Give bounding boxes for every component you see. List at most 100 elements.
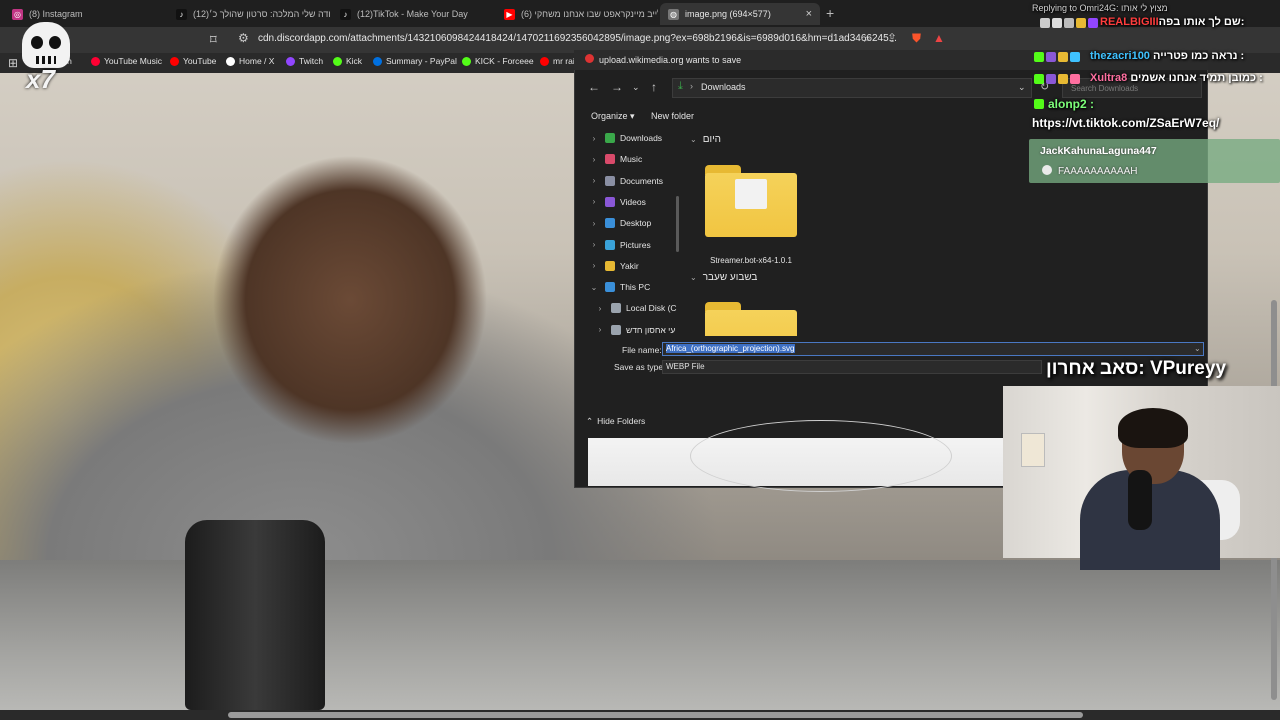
- chevron-right-icon[interactable]: ›: [588, 176, 600, 185]
- chat-message: Xultra8 כמובן תמיד אנחנו אשמים :: [1090, 72, 1263, 84]
- breadcrumb-downloads[interactable]: Downloads: [701, 82, 746, 92]
- recent-locations-chevron-icon[interactable]: ⌄: [632, 82, 640, 93]
- download-icon: [605, 133, 615, 143]
- tree-item-this-pc[interactable]: ⌄ This PC: [588, 277, 650, 297]
- tab-tiktok-1[interactable]: ♪ (12)דודה שלי המלכה: סרטון שהולך כ׳: [168, 3, 330, 25]
- tree-item-yakir[interactable]: › Yakir: [588, 256, 639, 276]
- pc-icon: [605, 282, 615, 293]
- crown-badge-icon: [1070, 74, 1080, 84]
- tiktok-icon: ♪: [340, 8, 351, 20]
- chevron-right-icon[interactable]: ›: [588, 155, 600, 164]
- share-icon[interactable]: ⇪: [887, 31, 897, 45]
- bookmark-mr-rai[interactable]: mr rai: [540, 56, 575, 66]
- chat-text: נראה כמו פטרייה :: [1153, 50, 1245, 62]
- chat-text: שם לך אותו בפה:: [1158, 16, 1245, 28]
- tree-item-label: Music: [620, 154, 643, 165]
- tree-item-label: Desktop: [620, 218, 652, 229]
- chat-username: REALBIGIII: [1100, 16, 1159, 28]
- sub-badge-icon: [1088, 18, 1098, 28]
- youtube-icon: [540, 56, 549, 66]
- back-arrow-icon[interactable]: ←: [588, 80, 600, 94]
- instagram-icon: ◎: [12, 8, 23, 20]
- tab-label: (8) Instagram: [29, 9, 83, 19]
- organize-button[interactable]: Organize ▾: [591, 111, 635, 122]
- new-folder-button[interactable]: New folder: [651, 111, 694, 121]
- tree-item-local-disk-c[interactable]: › Local Disk (C: [594, 298, 677, 318]
- disk-icon: [611, 324, 621, 335]
- chat-badges: [1034, 74, 1080, 84]
- bookmark-home-x[interactable]: Home / X: [226, 56, 274, 66]
- bookmark-youtube[interactable]: YouTube: [170, 56, 216, 66]
- chat-link[interactable]: https://vt.tiktok.com/ZSaErW7eq/: [1032, 116, 1219, 130]
- tab-instagram[interactable]: ◎ (8) Instagram: [4, 3, 164, 25]
- tree-item-music[interactable]: › Music: [588, 149, 642, 169]
- skull-eye: [49, 36, 61, 49]
- tab-youtube[interactable]: ▶ (6) לייב מיינקראפט שבו אנחנו משחקי: [496, 3, 658, 25]
- chat-username: alonp2 :: [1048, 97, 1095, 111]
- bookmark-twitch[interactable]: Twitch: [286, 56, 323, 66]
- tree-item-videos[interactable]: › Videos: [588, 192, 646, 212]
- navigation-tree: › Downloads › Music › Documents › Videos › Deskto…: [578, 128, 678, 338]
- tree-item-[interactable]: › עי אחסון חדש: [594, 320, 675, 338]
- tree-item-documents[interactable]: › Documents: [588, 171, 663, 191]
- path-chevron-down-icon[interactable]: ⌄: [1018, 82, 1026, 93]
- chevron-right-icon[interactable]: ›: [588, 197, 600, 206]
- group-header-last-week[interactable]: ⌄ בשבוע שעבר: [690, 272, 757, 283]
- bookmark-label: mr rai: [553, 56, 575, 66]
- up-arrow-icon[interactable]: ↑: [651, 80, 657, 94]
- chevron-down-icon[interactable]: ⌄: [588, 283, 600, 292]
- chevron-right-icon[interactable]: ›: [588, 261, 600, 270]
- dialog-title: upload.wikimedia.org wants to save: [599, 55, 742, 65]
- pictures-icon: [605, 239, 615, 250]
- folder-last-week[interactable]: [705, 302, 797, 336]
- chevron-right-icon[interactable]: ›: [594, 304, 606, 313]
- filename-dropdown-chevron-icon[interactable]: ⌄: [1194, 344, 1201, 353]
- new-tab-button[interactable]: +: [826, 5, 834, 21]
- apps-grid-icon[interactable]: ⊞: [8, 56, 18, 70]
- filename-input[interactable]: Africa_(orthographic_projection).svg: [662, 342, 1204, 356]
- chevron-right-icon[interactable]: ›: [594, 325, 606, 334]
- tab-label: (12)TikTok - Make Your Day: [357, 9, 468, 19]
- brave-shield-icon[interactable]: ⛊: [912, 31, 921, 46]
- site-settings-icon[interactable]: ⚙: [238, 31, 249, 45]
- chevron-right-icon[interactable]: ›: [588, 134, 600, 143]
- close-tab-icon[interactable]: ×: [806, 8, 812, 20]
- folder-label[interactable]: Streamer.bot-x64-1.0.1: [705, 256, 797, 265]
- kick-badge-icon: [1034, 74, 1044, 84]
- hide-folders-button[interactable]: ⌃ Hide Folders: [586, 416, 645, 427]
- tree-scrollbar[interactable]: [676, 196, 679, 252]
- chevron-right-icon[interactable]: ›: [588, 219, 600, 228]
- filename-selected-text: Africa_(orthographic_projection).svg: [666, 344, 795, 353]
- tab-tiktok-2[interactable]: ♪ (12)TikTok - Make Your Day: [332, 3, 494, 25]
- tree-item-pictures[interactable]: › Pictures: [588, 235, 651, 255]
- folder-streamer-bot[interactable]: [705, 165, 797, 237]
- bookmark-label: Summary - PayPal: [386, 56, 457, 66]
- globe-icon: ◍: [668, 8, 679, 20]
- bookmark-paypal[interactable]: Summary - PayPal: [373, 56, 457, 66]
- bookmark-kick[interactable]: Kick: [333, 56, 362, 66]
- guest-hair: [1118, 408, 1188, 448]
- group-header-today[interactable]: ⌄ היום: [690, 134, 721, 145]
- url-field[interactable]: cdn.discordapp.com/attachments/143210609…: [258, 33, 897, 44]
- folder-icon: [605, 260, 615, 271]
- tree-item-downloads[interactable]: › Downloads: [588, 128, 662, 148]
- brave-rewards-icon[interactable]: ▲: [933, 31, 945, 45]
- tree-item-label: עי אחסון חדש: [626, 324, 676, 335]
- bookmark-icon[interactable]: ⌑: [210, 32, 217, 48]
- zoom-icon[interactable]: ⌕: [864, 31, 871, 46]
- bookmark-kick-forceee[interactable]: KICK - Forceee: [462, 56, 534, 66]
- save-type-select[interactable]: WEBP File: [662, 360, 1042, 374]
- bookmark-label: KICK - Forceee: [475, 56, 534, 66]
- tree-item-desktop[interactable]: › Desktop: [588, 213, 651, 233]
- reply-context: Replying to Omri24G: מצוץ לי אותו: [1032, 3, 1168, 13]
- bookmark-youtube-music[interactable]: YouTube Music: [91, 56, 162, 66]
- x-logo-icon: [226, 56, 235, 66]
- paypal-icon: [373, 56, 382, 66]
- folder-icon: [705, 310, 797, 336]
- gifter-badge-icon: [1058, 52, 1068, 62]
- forward-arrow-icon[interactable]: →: [611, 80, 623, 94]
- horizontal-scrollbar-thumb[interactable]: [228, 712, 1083, 718]
- chevron-right-icon[interactable]: ›: [588, 240, 600, 249]
- tab-image-png[interactable]: ◍ image.png (694×577) ×: [660, 3, 820, 25]
- gifter-badge-icon: [1058, 74, 1068, 84]
